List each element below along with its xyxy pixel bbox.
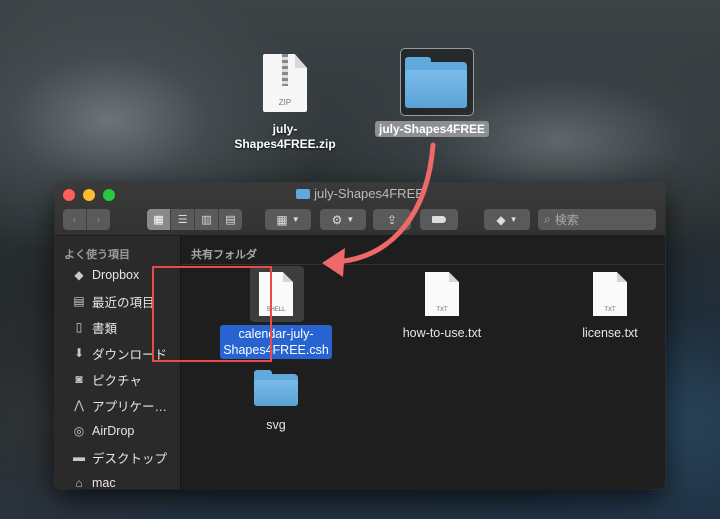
drag-arrow [322, 142, 436, 277]
